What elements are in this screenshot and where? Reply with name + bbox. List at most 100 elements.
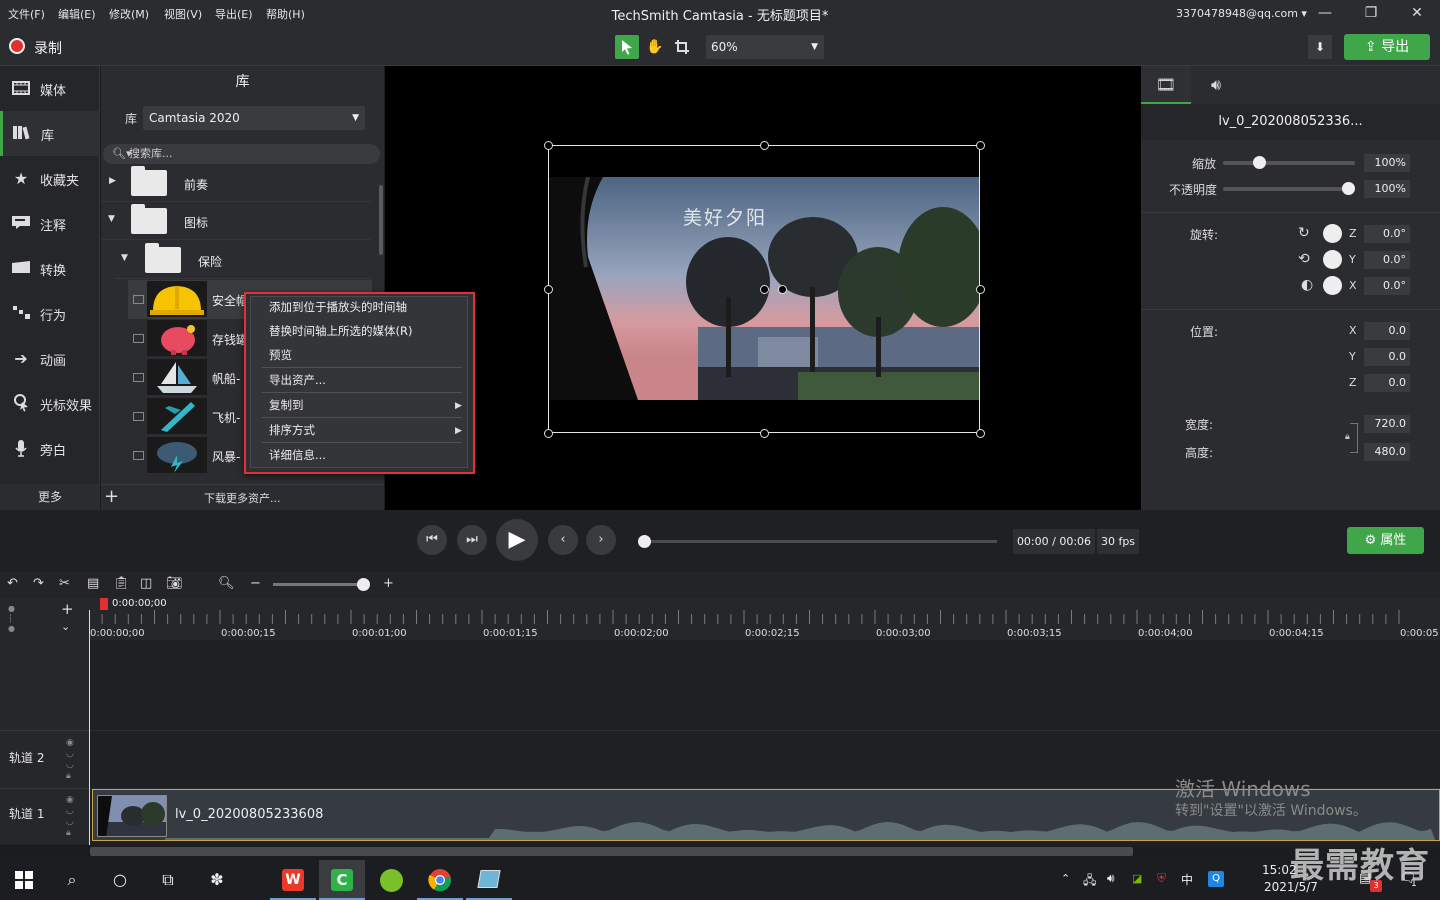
position-y-value[interactable]: 0.0 <box>1364 348 1410 366</box>
scrub-knob[interactable] <box>638 535 651 548</box>
zoom-select[interactable]: 60% ▼ <box>706 35 824 59</box>
sidebar-item-annotations[interactable]: 注释 <box>0 201 100 246</box>
folder-row[interactable]: ▼ 图标 <box>101 202 371 240</box>
lock-icon[interactable]: 🔒︎ <box>1345 432 1350 442</box>
width-value[interactable]: 720.0 <box>1364 415 1410 433</box>
next-icon[interactable]: › <box>586 525 616 555</box>
tab-audio-properties[interactable]: 🔊︎ <box>1191 66 1241 104</box>
pinwheel-app-icon[interactable]: ✽ <box>204 867 230 893</box>
track-controls-icon[interactable]: ◉ ◡ ◡ 🔒︎ <box>66 795 74 839</box>
wps-app-icon[interactable]: W <box>270 860 316 900</box>
tab-visual-properties[interactable]: 🎞︎ <box>1141 66 1191 104</box>
chevron-up-icon[interactable]: ⌃ <box>1061 872 1070 885</box>
timeline-empty-area[interactable] <box>90 640 1440 730</box>
rotation-x-value[interactable]: 0.0° <box>1364 277 1410 295</box>
resize-handle[interactable] <box>544 285 553 294</box>
chrome-icon[interactable] <box>417 860 463 900</box>
record-icon[interactable] <box>9 38 25 54</box>
paste-icon[interactable]: 📋︎ <box>113 576 130 591</box>
search-icon[interactable]: ⌕ <box>59 867 85 893</box>
snapshot-icon[interactable]: 📷︎ <box>166 576 183 591</box>
position-z-value[interactable]: 0.0 <box>1364 374 1410 392</box>
menu-sort-by[interactable]: 排序方式 <box>269 422 315 438</box>
ime-indicator[interactable]: 中 <box>1181 871 1193 888</box>
resize-handle[interactable] <box>976 141 985 150</box>
folder-row[interactable]: ▼ 保险 <box>115 241 371 279</box>
previous-icon[interactable]: ‹ <box>548 525 578 555</box>
track-2-label[interactable]: 轨道 2 <box>9 749 44 766</box>
melon-app-icon[interactable] <box>368 860 414 900</box>
track-height-slider[interactable]: ● ┆ ● <box>8 604 16 634</box>
windows-start-icon[interactable] <box>11 867 37 893</box>
step-back-icon[interactable]: ⏮ <box>417 525 447 555</box>
folder-row[interactable]: ▶ 前奏 <box>101 164 371 202</box>
add-icon[interactable]: + <box>104 486 119 507</box>
crop-tool-icon[interactable] <box>670 35 694 59</box>
resize-handle[interactable] <box>760 429 769 438</box>
zoom-out-icon[interactable]: − <box>250 576 261 591</box>
sidebar-item-voice-narration[interactable]: 旁白 <box>0 426 100 471</box>
menu-help[interactable]: 帮助(H) <box>266 6 305 22</box>
image-viewer-icon[interactable] <box>466 860 512 900</box>
qq-icon[interactable]: Q <box>1208 871 1224 887</box>
menu-export-asset[interactable]: 导出资产... <box>269 372 326 388</box>
resize-handle[interactable] <box>976 285 985 294</box>
sidebar-item-animations[interactable]: ➔ 动画 <box>0 336 100 381</box>
opacity-value[interactable]: 100% <box>1364 180 1410 198</box>
library-select[interactable]: Camtasia 2020 ▼ <box>143 106 365 130</box>
pan-tool-icon[interactable]: ✋ <box>643 35 667 59</box>
rotation-z-dial[interactable] <box>1323 224 1342 243</box>
sidebar-item-library[interactable]: 库 <box>0 111 100 156</box>
menu-details[interactable]: 详细信息... <box>269 447 326 463</box>
record-button[interactable]: 录制 <box>34 38 62 58</box>
library-scrollbar[interactable] <box>379 185 383 255</box>
center-handle[interactable] <box>778 285 787 294</box>
export-button[interactable]: ⇪ 导出 <box>1344 34 1430 60</box>
sidebar-item-cursor-effects[interactable]: 光标效果 <box>0 381 100 426</box>
menu-copy-to[interactable]: 复制到 <box>269 397 304 413</box>
nvidia-icon[interactable]: ◪ <box>1132 872 1142 885</box>
menu-preview[interactable]: 预览 <box>269 347 292 363</box>
sidebar-item-media[interactable]: 媒体 <box>0 66 100 111</box>
task-view-icon[interactable]: ⧉ <box>155 867 181 893</box>
resize-handle[interactable] <box>544 141 553 150</box>
rotation-z-value[interactable]: 0.0° <box>1364 225 1410 243</box>
center-handle[interactable] <box>760 285 769 294</box>
height-value[interactable]: 480.0 <box>1364 443 1410 461</box>
maximize-button[interactable]: ❐ <box>1348 0 1394 27</box>
close-button[interactable]: ✕ <box>1394 0 1440 27</box>
library-search-input[interactable]: 🔍︎▾ 搜索库... <box>103 144 380 164</box>
position-x-value[interactable]: 0.0 <box>1364 322 1410 340</box>
opacity-slider-knob[interactable] <box>1342 182 1355 195</box>
account-menu[interactable]: 3370478948@qq.com ▾ <box>1176 7 1307 20</box>
menu-replace-media[interactable]: 替换时间轴上所选的媒体(R) <box>269 323 412 339</box>
minimize-button[interactable]: — <box>1302 0 1348 27</box>
scrub-bar[interactable] <box>645 540 997 543</box>
cortana-icon[interactable]: ○ <box>107 867 133 893</box>
menu-file[interactable]: 文件(F) <box>8 6 45 22</box>
sidebar-item-favorites[interactable]: ★ 收藏夹 <box>0 156 100 201</box>
track-1-label[interactable]: 轨道 1 <box>9 805 44 822</box>
zoom-icon[interactable]: 🔍︎ <box>218 576 235 591</box>
rotation-y-value[interactable]: 0.0° <box>1364 251 1410 269</box>
step-forward-icon[interactable]: ⏭ <box>457 525 487 555</box>
camtasia-app-icon[interactable]: C <box>319 860 365 900</box>
undo-icon[interactable]: ↶ <box>7 576 18 591</box>
split-icon[interactable]: ◫ <box>140 576 152 591</box>
add-track-icon[interactable]: + <box>61 600 74 618</box>
resize-handle[interactable] <box>760 141 769 150</box>
rotation-x-dial[interactable] <box>1323 276 1342 295</box>
download-more-link[interactable]: 下载更多资产... <box>204 490 281 506</box>
select-tool-icon[interactable] <box>615 35 639 59</box>
menu-view[interactable]: 视图(V) <box>164 6 202 22</box>
play-icon[interactable]: ▶ <box>496 519 538 561</box>
resize-handle[interactable] <box>976 429 985 438</box>
opacity-slider[interactable] <box>1223 187 1355 191</box>
timeline-zoom-knob[interactable] <box>357 578 370 591</box>
track-controls-icon[interactable]: ◉ ◡ ◡ 🔒︎ <box>66 738 74 782</box>
sidebar-item-transitions[interactable]: 转换 <box>0 246 100 291</box>
scale-slider[interactable] <box>1223 161 1355 165</box>
menu-edit[interactable]: 编辑(E) <box>58 6 96 22</box>
more-button[interactable]: 更多 <box>0 484 100 510</box>
zoom-in-icon[interactable]: + <box>383 576 394 591</box>
